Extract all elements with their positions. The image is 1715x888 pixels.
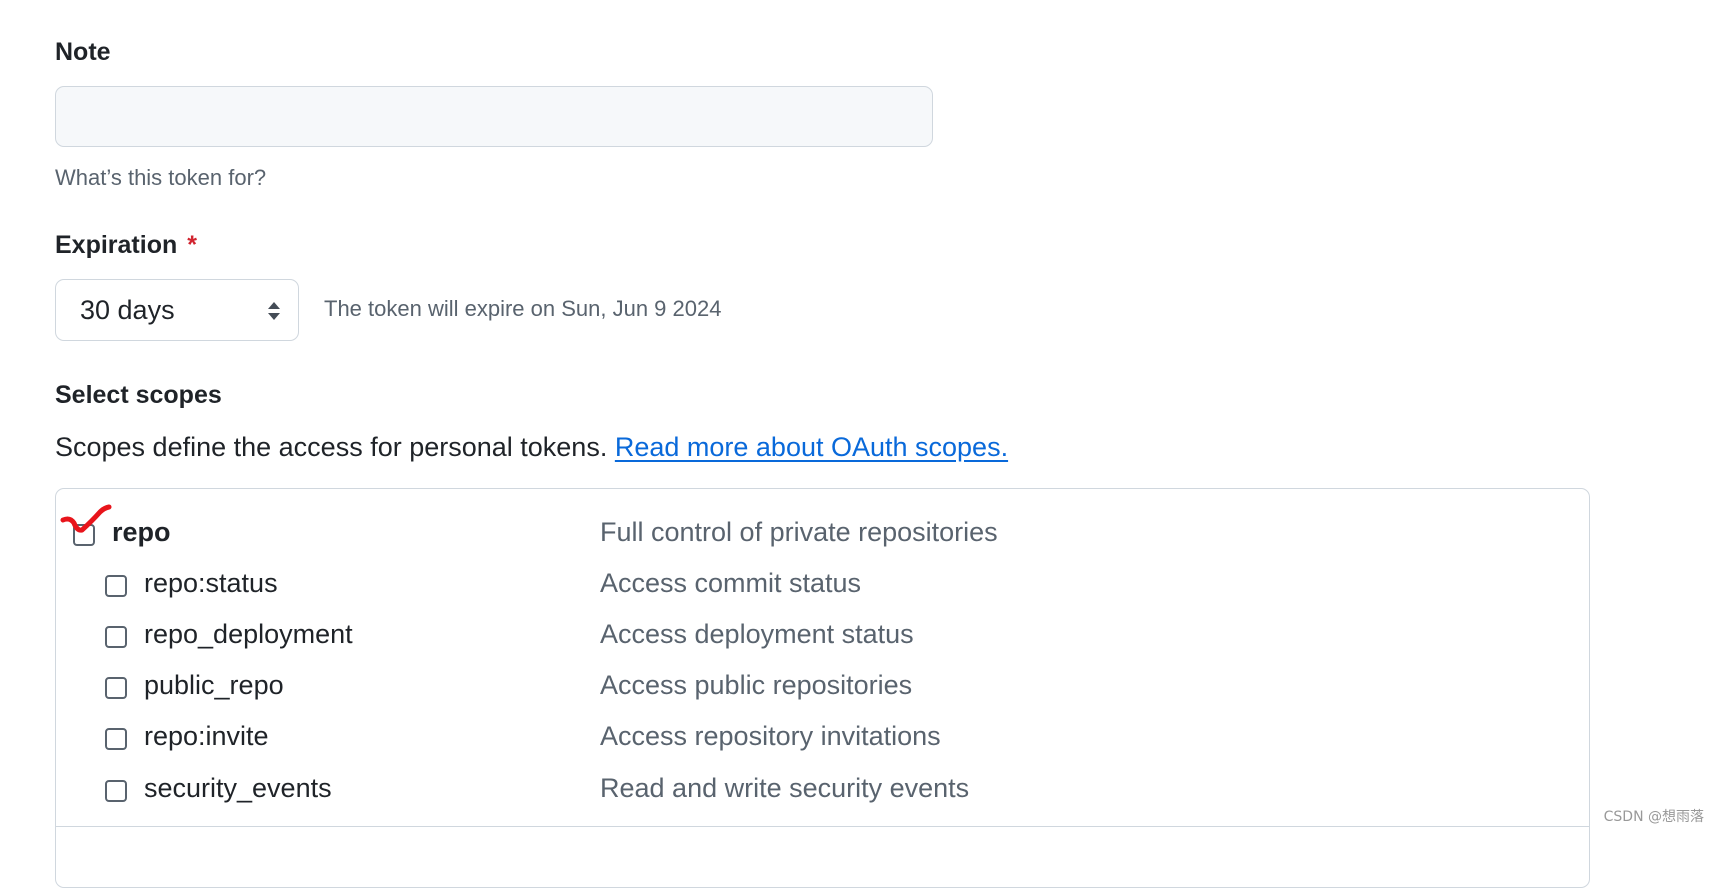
scope-checkbox-repo-invite[interactable] (105, 728, 127, 750)
scope-name: security_events (144, 773, 332, 803)
note-input[interactable] (55, 86, 933, 147)
scope-name: repo:status (144, 568, 278, 598)
note-hint: What’s this token for? (55, 165, 267, 190)
red-check-mark-icon (60, 504, 112, 533)
oauth-scopes-link[interactable]: Read more about OAuth scopes. (615, 432, 1008, 462)
scope-checkbox-public-repo[interactable] (105, 677, 127, 699)
note-label: Note (55, 38, 111, 66)
scope-checkbox-repo-status[interactable] (105, 575, 127, 597)
scopes-description: Scopes define the access for personal to… (55, 432, 1008, 463)
scope-name: repo:invite (144, 721, 269, 751)
expiration-label: Expiration * (55, 231, 197, 260)
scopes-description-text: Scopes define the access for personal to… (55, 432, 608, 462)
expiration-select[interactable]: 30 days (55, 279, 299, 341)
scope-name: public_repo (144, 670, 284, 700)
scopes-heading: Select scopes (55, 381, 222, 409)
scope-description: Read and write security events (600, 773, 970, 803)
scope-description: Access commit status (600, 568, 862, 598)
expiration-info: The token will expire on Sun, Jun 9 2024 (324, 296, 722, 321)
scope-description: Access deployment status (600, 619, 914, 649)
scope-description: Access public repositories (600, 670, 913, 700)
scope-description: Full control of private repositories (600, 517, 998, 547)
scope-name: repo (112, 517, 171, 547)
scope-description: Access repository invitations (600, 721, 941, 751)
expiration-selected-value: 30 days (80, 294, 175, 325)
scope-checkbox-repo-deployment[interactable] (105, 626, 127, 648)
watermark: CSDN @想雨落 (1603, 809, 1704, 825)
select-arrows-icon (268, 302, 280, 320)
scope-checkbox-security-events[interactable] (105, 780, 127, 802)
expiration-label-text: Expiration (55, 231, 178, 259)
required-indicator: * (187, 231, 197, 259)
scope-name: repo_deployment (144, 619, 353, 649)
scopes-divider (56, 826, 1589, 827)
